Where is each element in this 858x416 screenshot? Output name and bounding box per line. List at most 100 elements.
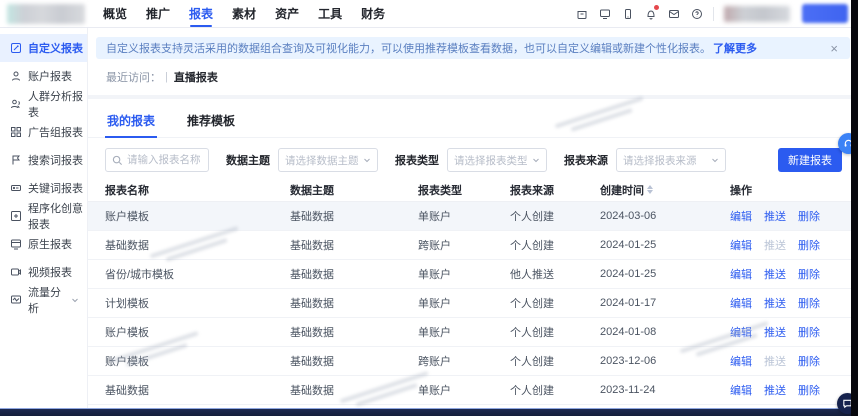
recent-visit-report-link[interactable]: 直播报表	[174, 69, 218, 85]
sidebar-item-programmatic-creative-report[interactable]: 程序化创意报表	[0, 202, 87, 231]
report-name-search[interactable]	[105, 148, 209, 172]
nav-item-materials[interactable]: 素材	[230, 1, 258, 27]
nav-item-assets[interactable]: 资产	[273, 1, 301, 27]
sort-icon[interactable]	[647, 185, 653, 194]
learn-more-link[interactable]: 了解更多	[713, 40, 757, 56]
sidebar-item-label: 自定义报表	[28, 43, 83, 55]
sidebar-item-audience-analysis-report[interactable]: 人群分析报表	[0, 90, 87, 119]
edit-link[interactable]: 编辑	[730, 266, 752, 282]
cell-report-name: 账户模板	[105, 356, 149, 368]
cell-report-name: 计划模板	[105, 298, 149, 310]
report-source-select[interactable]: 请选择报表来源	[616, 148, 726, 172]
chevron-down-icon	[532, 156, 540, 164]
table-row: 基础数据 基础数据 跨账户 个人创建 2024-01-25 编辑 推送 删除	[88, 231, 858, 260]
nav-item-tools[interactable]: 工具	[316, 1, 344, 27]
delete-link[interactable]: 删除	[798, 295, 820, 311]
delete-link[interactable]: 删除	[798, 353, 820, 369]
notification-bell-icon[interactable]	[644, 5, 659, 20]
cell-report-source: 个人创建	[510, 385, 554, 397]
help-icon[interactable]	[690, 7, 703, 20]
archive-icon[interactable]	[575, 7, 588, 20]
cell-report-source: 个人创建	[510, 356, 554, 368]
ad-group-report-icon	[10, 126, 22, 138]
edit-link[interactable]: 编辑	[730, 353, 752, 369]
edit-link[interactable]: 编辑	[730, 237, 752, 253]
edit-link[interactable]: 编辑	[730, 208, 752, 224]
sidebar-item-label: 账户报表	[28, 71, 72, 83]
table-header-row: 报表名称 数据主题 报表类型 报表来源 创建时间 操作	[88, 178, 858, 202]
cell-report-source: 个人创建	[510, 240, 554, 252]
sidebar-item-label: 关键词报表	[28, 183, 83, 195]
cell-created-time: 2024-01-08	[600, 326, 657, 338]
tab-recommended-templates[interactable]: 推荐模板	[185, 107, 237, 137]
report-source-placeholder: 请选择报表来源	[623, 154, 697, 167]
sidebar-item-keyword-report[interactable]: 关键词报表	[0, 174, 87, 202]
data-theme-select[interactable]: 请选择数据主题	[278, 148, 378, 172]
edit-link[interactable]: 编辑	[730, 295, 752, 311]
sidebar-item-ad-group-report[interactable]: 广告组报表	[0, 118, 87, 146]
main-content: 自定义报表支持灵活采用的数据组合查询及可视化能力，可以使用推荐模板查看数据，也可…	[88, 28, 858, 416]
sidebar-item-label: 人群分析报表	[28, 91, 83, 119]
push-link[interactable]: 推送	[764, 324, 786, 340]
nav-item-finance[interactable]: 财务	[359, 1, 387, 27]
sidebar-item-video-report[interactable]: 视频报表	[0, 258, 87, 286]
push-link[interactable]: 推送	[764, 208, 786, 224]
table-row: 账户模板 基础数据 单账户 个人创建 2024-03-06 编辑 推送 删除	[88, 202, 858, 231]
data-theme-label: 数据主题	[226, 155, 270, 167]
chevron-down-icon	[363, 156, 371, 164]
report-tabs: 我的报表 推荐模板	[88, 107, 858, 138]
cell-created-time: 2024-03-06	[600, 210, 657, 222]
search-input[interactable]	[127, 154, 202, 166]
sidebar-item-custom-report[interactable]: 自定义报表	[0, 34, 87, 62]
cell-report-type: 跨账户	[418, 356, 451, 368]
nav-item-reports[interactable]: 报表	[187, 1, 215, 27]
tab-my-reports[interactable]: 我的报表	[105, 107, 158, 138]
table-row: 计划模板 基础数据 单账户 个人创建 2024-01-17 编辑 推送 删除	[88, 289, 858, 318]
reports-card: 我的报表 推荐模板 数据主题 请选择数据主题 报表类型 请选择报表类型	[88, 99, 858, 416]
nav-item-overview[interactable]: 概览	[101, 1, 129, 27]
cell-report-type: 单账户	[418, 298, 451, 310]
cell-created-time: 2024-01-25	[600, 268, 657, 280]
right-frame-strip	[851, 0, 858, 416]
delete-link[interactable]: 删除	[798, 208, 820, 224]
delete-link[interactable]: 删除	[798, 266, 820, 282]
edit-link[interactable]: 编辑	[730, 382, 752, 398]
video-report-icon	[10, 266, 22, 278]
sidebar-item-traffic-analysis[interactable]: 流量分析	[0, 286, 87, 315]
delete-link[interactable]: 删除	[798, 382, 820, 398]
nav-item-promotion[interactable]: 推广	[144, 1, 172, 27]
push-link[interactable]: 推送	[764, 353, 786, 369]
top-navigation-bar: 概览 推广 报表 素材 资产 工具 财务	[0, 0, 858, 28]
banner-close-icon[interactable]: ×	[828, 42, 840, 55]
mobile-icon[interactable]	[621, 7, 634, 20]
table-row: 基础数据 基础数据 单账户 个人创建 2023-11-24 编辑 推送 删除	[88, 376, 858, 405]
sidebar: 自定义报表 账户报表 人群分析报表 广告组报表 搜索词报表 关键词报表 程序化创…	[0, 28, 88, 409]
edit-link[interactable]: 编辑	[730, 324, 752, 340]
custom-report-icon	[10, 42, 22, 54]
bottom-frame-strip	[0, 408, 858, 416]
account-name-redacted[interactable]	[724, 5, 790, 22]
monitor-icon[interactable]	[598, 7, 611, 20]
push-link[interactable]: 推送	[764, 382, 786, 398]
sidebar-item-label: 流量分析	[28, 287, 61, 315]
delete-link[interactable]: 删除	[798, 324, 820, 340]
topbar-action-button-redacted[interactable]	[802, 4, 848, 23]
cell-created-time: 2023-11-24	[600, 384, 656, 396]
cell-report-name: 账户模板	[105, 327, 149, 339]
push-link[interactable]: 推送	[764, 237, 786, 253]
cell-data-theme: 基础数据	[290, 327, 334, 339]
new-report-button[interactable]: 新建报表	[778, 148, 842, 172]
sidebar-item-native-report[interactable]: 原生报表	[0, 230, 87, 258]
push-link[interactable]: 推送	[764, 266, 786, 282]
col-report-type: 报表类型	[418, 184, 462, 197]
sidebar-item-search-term-report[interactable]: 搜索词报表	[0, 146, 87, 174]
push-link[interactable]: 推送	[764, 295, 786, 311]
cell-report-type: 单账户	[418, 211, 451, 223]
report-type-select[interactable]: 请选择报表类型	[447, 148, 547, 172]
reports-table: 报表名称 数据主题 报表类型 报表来源 创建时间 操作 账户模板 基础数据 单账…	[88, 178, 858, 416]
delete-link[interactable]: 删除	[798, 237, 820, 253]
recent-visit-separator: |	[165, 71, 168, 83]
message-icon[interactable]	[667, 7, 680, 20]
sidebar-item-account-report[interactable]: 账户报表	[0, 62, 87, 90]
cell-report-name: 基础数据	[105, 385, 149, 397]
